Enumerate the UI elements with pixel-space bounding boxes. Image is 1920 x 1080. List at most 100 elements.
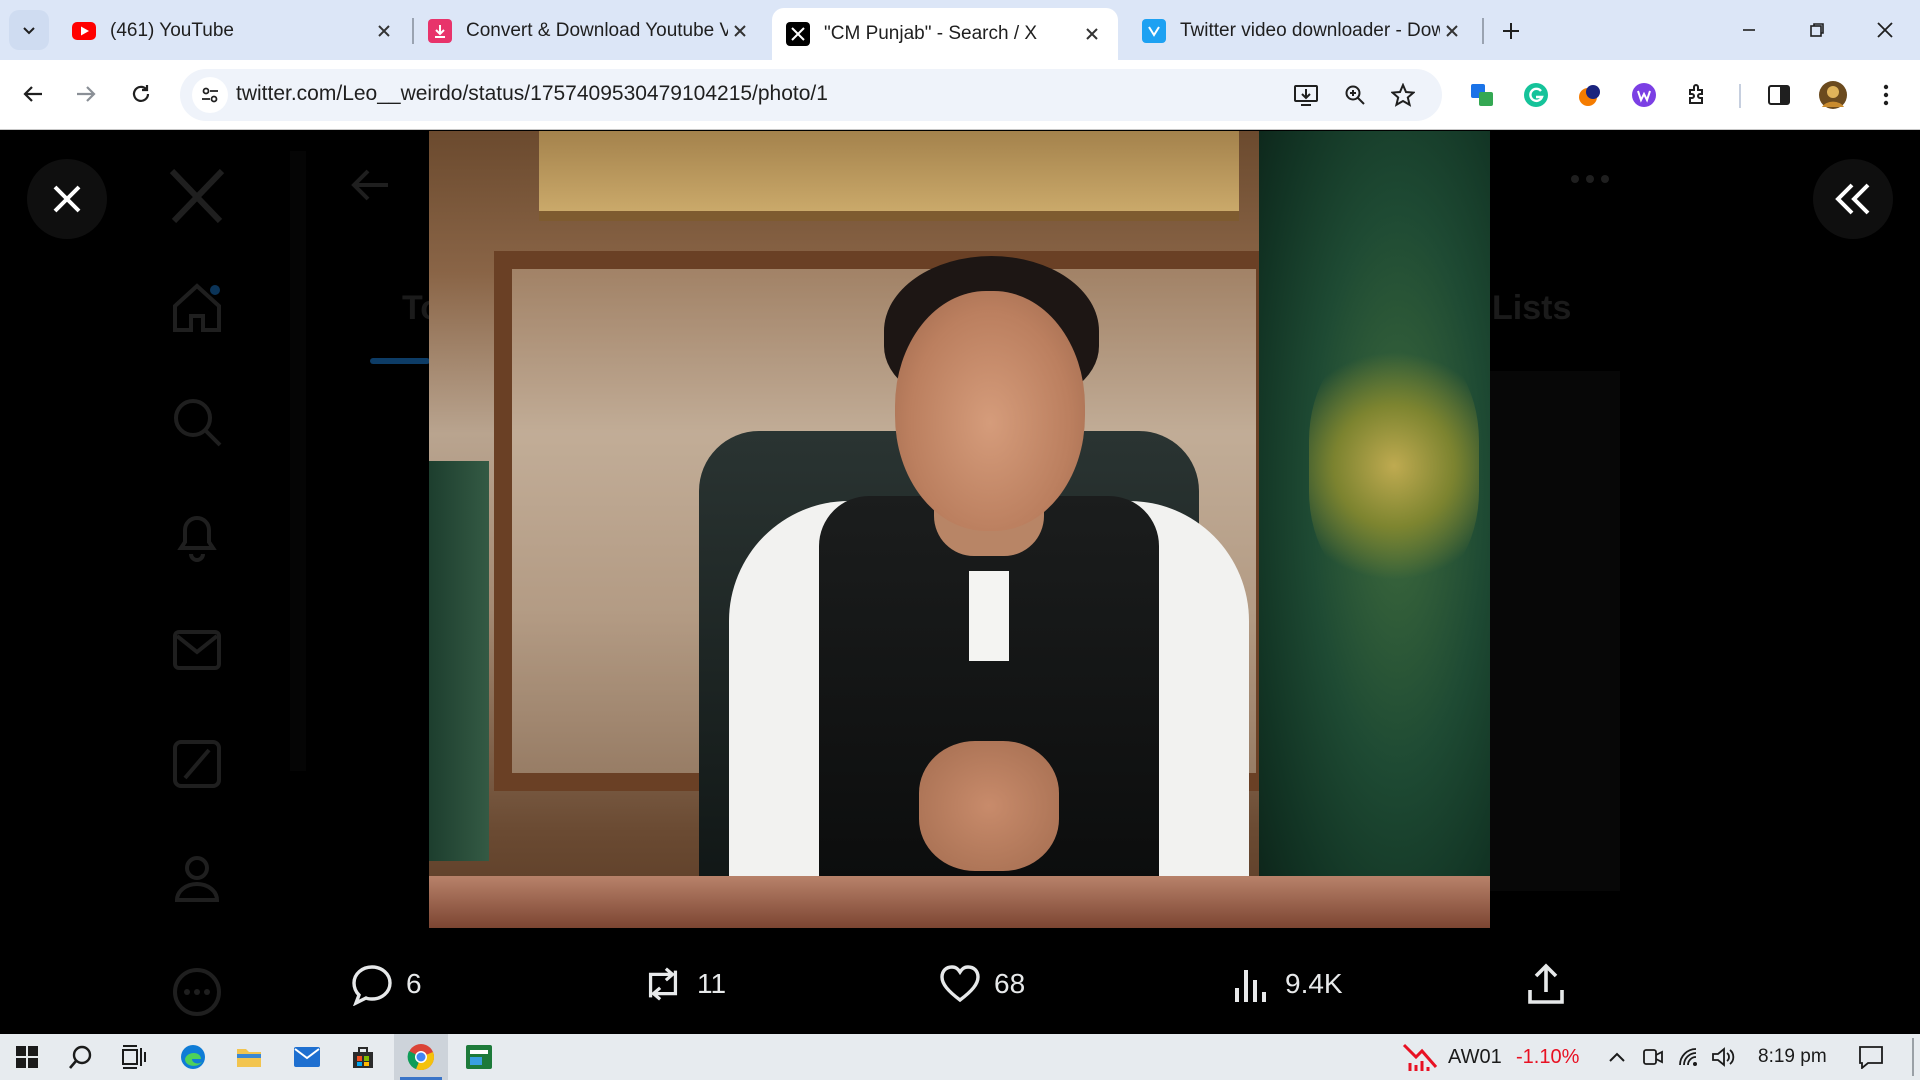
reply-icon [350,962,394,1006]
volume-icon[interactable] [1710,1044,1736,1070]
tab-title: Twitter video downloader - Dow [1180,20,1440,41]
sidebar-item-profile[interactable] [168,849,226,907]
side-panel-button[interactable] [1761,77,1797,113]
sidebar-item-notifications[interactable] [168,507,226,565]
view-count: 9.4K [1285,968,1343,999]
new-tab-button[interactable] [1494,14,1528,48]
zoom-button[interactable] [1337,77,1373,113]
tab-title: "CM Punjab" - Search / X [824,23,1038,44]
restore-button[interactable] [1792,8,1842,52]
purple-extension[interactable] [1626,77,1662,113]
tab-youtube[interactable]: (461) YouTube [58,8,410,54]
toolbar-separator [1739,84,1741,108]
network-icon[interactable] [1676,1044,1702,1070]
avatar [1819,81,1847,109]
chevron-up-icon [1609,1052,1625,1062]
forward-button[interactable] [66,74,106,114]
taskbar-chrome[interactable] [394,1034,448,1080]
tab-convert-download[interactable]: Convert & Download Youtube Vi [414,8,766,54]
sidebar-item-more[interactable] [168,963,226,1021]
windows-taskbar: AW01 -1.10% 8:19 pm [0,1034,1920,1080]
share-button[interactable] [1524,962,1580,1006]
arrow-left-icon [351,169,388,201]
bell-icon [177,516,217,562]
url-text: twitter.com/Leo__weirdo/status/175740953… [236,82,828,105]
x-logo-icon [169,169,225,223]
analytics-icon [1229,962,1273,1006]
browser-menu-button[interactable] [1868,77,1904,113]
stock-down-icon [1402,1043,1438,1071]
show-hidden-icons[interactable] [1604,1044,1630,1070]
sidebar-item-home[interactable] [168,279,226,337]
notifications-button[interactable] [1856,1044,1886,1070]
taskbar-edge[interactable] [166,1034,220,1080]
install-app-button[interactable] [1288,77,1324,113]
plus-icon [1503,23,1519,39]
reply-button[interactable]: 6 [350,962,422,1006]
close-icon [1877,22,1893,38]
sidebar-item-explore[interactable] [168,393,226,451]
heart-icon [938,962,982,1006]
camera-icon [1643,1049,1663,1065]
start-button[interactable] [0,1034,54,1080]
taskbar-mail[interactable] [280,1034,334,1080]
browser-toolbar: twitter.com/Leo__weirdo/status/175740953… [0,60,1920,130]
ticker-change[interactable]: -1.10% [1516,1046,1579,1069]
taskbar-search[interactable] [54,1034,108,1080]
page-more-button[interactable] [1570,171,1610,189]
tab-twitter-downloader[interactable]: Twitter video downloader - Dow [1128,8,1478,54]
translate-extension[interactable] [1464,77,1500,113]
stock-widget-icon[interactable] [1400,1040,1440,1076]
ticker-name[interactable]: AW01 [1448,1046,1502,1069]
system-clock[interactable]: 8:19 pm [1758,1046,1827,1068]
browser-tab-strip: (461) YouTube Convert & Download Youtube… [0,0,1920,60]
close-viewer-button[interactable] [27,159,107,239]
close-tab-icon[interactable] [372,19,396,43]
meet-now-icon[interactable] [1640,1044,1666,1070]
close-window-button[interactable] [1860,8,1910,52]
mail-icon [173,630,221,670]
site-info-button[interactable] [192,77,228,113]
photo-wall-frame [539,131,1239,221]
windows-logo-icon [16,1046,38,1068]
more-horizontal-icon [1571,175,1609,183]
extensions-button[interactable] [1680,77,1716,113]
close-tab-icon[interactable] [1080,22,1104,46]
grok-icon [173,740,221,788]
like-count: 68 [994,968,1026,999]
tab-x-search[interactable]: "CM Punjab" - Search / X [772,8,1118,60]
taskbar-file-explorer[interactable] [222,1034,276,1080]
minimize-button[interactable] [1724,8,1774,52]
page-back-button[interactable] [350,167,390,208]
repost-button[interactable]: 11 [641,962,726,1006]
task-view-button[interactable] [108,1034,162,1080]
back-button[interactable] [13,74,53,114]
tweet-photo[interactable] [429,131,1490,928]
address-bar[interactable]: twitter.com/Leo__weirdo/status/175740953… [180,69,1442,121]
sidebar-item-messages[interactable] [168,621,226,679]
toggle-replies-button[interactable] [1813,159,1893,239]
profile-avatar[interactable] [1815,77,1851,113]
taskbar-store[interactable] [336,1034,390,1080]
app-window-icon [466,1045,492,1069]
show-desktop-strip[interactable] [1912,1038,1914,1076]
photo-face [895,291,1085,531]
taskbar-app[interactable] [452,1034,506,1080]
repost-icon [641,962,685,1006]
x-home-logo[interactable] [168,167,226,225]
close-tab-icon[interactable] [1440,19,1464,43]
grammarly-icon [1524,83,1548,107]
tab-search-button[interactable] [9,10,49,50]
x-logo-icon [786,22,810,46]
close-tab-icon[interactable] [728,19,752,43]
twitter-downloader-icon [1142,19,1166,43]
color-extension[interactable] [1572,77,1608,113]
bookmark-button[interactable] [1385,77,1421,113]
reload-button[interactable] [121,74,161,114]
like-button[interactable]: 68 [938,962,1025,1006]
kebab-menu-icon [1883,84,1889,106]
minimize-icon [1743,29,1755,31]
sidebar-item-grok[interactable] [168,735,226,793]
grammarly-extension[interactable] [1518,77,1554,113]
views-button[interactable]: 9.4K [1229,962,1343,1006]
